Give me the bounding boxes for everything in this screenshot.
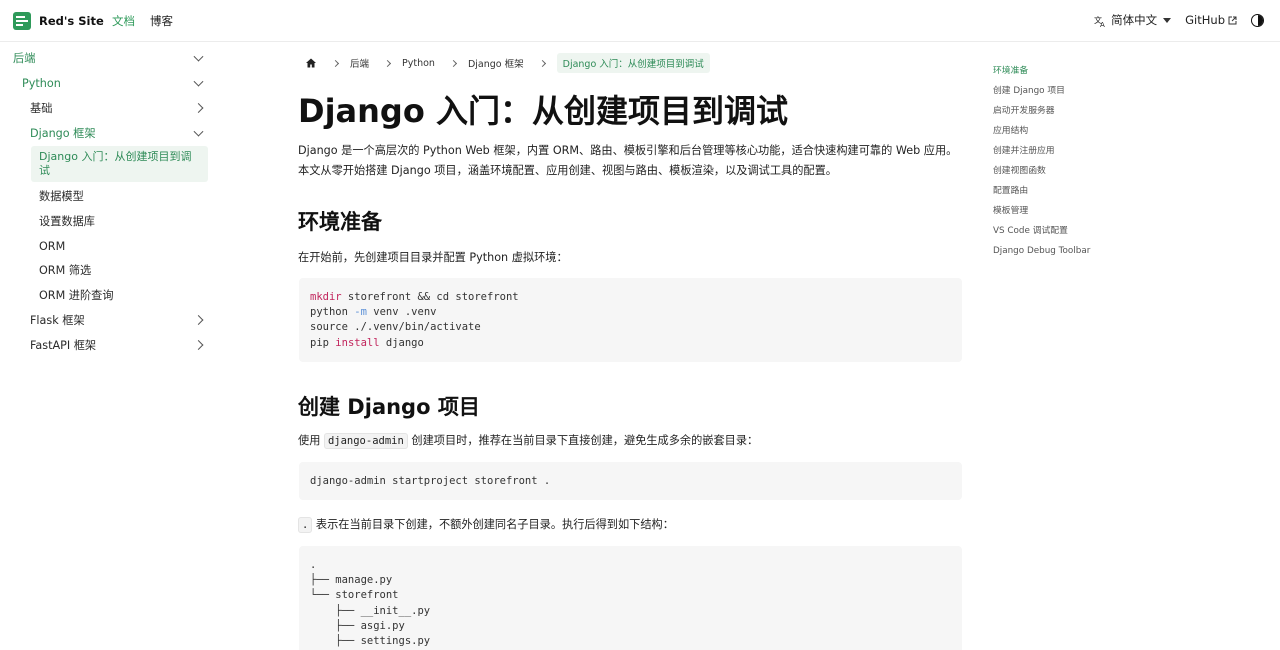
sidebar-item-label: Django 框架	[30, 127, 96, 140]
breadcrumb-link[interactable]: 后端	[350, 56, 369, 70]
sidebar-item-orm-filter[interactable]: ORM 筛选	[0, 263, 210, 277]
sidebar-item-label: FastAPI 框架	[30, 339, 97, 352]
toc-item[interactable]: VS Code 调试配置	[993, 224, 1193, 244]
sidebar-item-fastapi[interactable]: FastAPI 框架	[0, 338, 210, 352]
toc-item[interactable]: 创建视图函数	[993, 164, 1193, 184]
sidebar-item-orm-advanced[interactable]: ORM 进阶查询	[0, 288, 210, 302]
sidebar-item-label: Django 入门：从创建项目到调试	[39, 150, 192, 177]
breadcrumb-link[interactable]: Django 框架	[468, 56, 524, 70]
section-env-text: 在开始前，先创建项目目录并配置 Python 虚拟环境：	[298, 251, 568, 264]
sidebar-item-label: 数据模型	[39, 190, 84, 203]
toc-item[interactable]: Django Debug Toolbar	[993, 244, 1193, 264]
sidebar-item-label: 后端	[13, 52, 36, 65]
code-line: ├── settings.py	[310, 635, 431, 648]
toc-item[interactable]: 启动开发服务器	[993, 104, 1193, 124]
section-note-text: . 表示在当前目录下创建，不额外创建同名子目录。执行后得到如下结构：	[298, 516, 674, 533]
text-fragment: 使用	[298, 434, 321, 447]
code-line: .	[310, 559, 317, 571]
chevron-right-icon[interactable]	[193, 103, 204, 113]
inline-code: django-admin	[323, 433, 408, 449]
toc-item[interactable]: 模板管理	[993, 204, 1193, 224]
chevron-right-icon[interactable]	[193, 315, 204, 325]
site-logo-icon	[12, 11, 32, 31]
code-line: ├── __init__.py	[310, 604, 431, 617]
text-fragment: 创建项目时，推荐在当前目录下直接创建，避免生成多余的嵌套目录：	[411, 434, 759, 447]
sidebar-item-models[interactable]: 数据模型	[0, 189, 210, 203]
section-heading-env: 环境准备	[298, 210, 382, 234]
github-link[interactable]: GitHub	[1185, 13, 1237, 27]
article-intro: Django 是一个高层次的 Python Web 框架，内置 ORM、路由、模…	[298, 144, 958, 177]
chevron-down-icon[interactable]	[193, 51, 204, 62]
chevron-down-icon[interactable]	[193, 76, 204, 87]
code-block-tree[interactable]: . ├── manage.py └── storefront ├── __init_…	[299, 546, 962, 650]
github-label: GitHub	[1185, 13, 1225, 27]
svg-text:A: A	[1100, 21, 1105, 27]
sidebar-item-orm[interactable]: ORM	[0, 239, 210, 253]
home-icon[interactable]	[305, 57, 317, 69]
sidebar-item-backend[interactable]: 后端	[0, 51, 210, 65]
page-title: Django 入门：从创建项目到调试	[298, 92, 788, 130]
sidebar-item-django[interactable]: Django 框架	[0, 126, 210, 140]
code-block-startproject[interactable]: django-admin startproject storefront .	[299, 462, 962, 500]
section-heading-create: 创建 Django 项目	[298, 395, 480, 419]
sidebar-item-django-intro[interactable]: Django 入门：从创建项目到调试	[31, 146, 208, 182]
code-line: └── storefront	[310, 589, 399, 602]
language-label: 简体中文	[1111, 13, 1158, 27]
top-navbar: Red's Site 文档 博客 文 A 简体中文 GitHub	[0, 0, 1280, 42]
toc-item[interactable]: 创建并注册应用	[993, 144, 1193, 164]
sidebar-item-label: 设置数据库	[39, 215, 95, 228]
sidebar-item-flask[interactable]: Flask 框架	[0, 313, 210, 327]
section-create-text: 使用 django-admin 创建项目时，推荐在当前目录下直接创建，避免生成多…	[298, 432, 759, 449]
chevron-right-icon	[538, 59, 546, 67]
breadcrumb: 后端 Python Django 框架 Django 入门：从创建项目到调试	[305, 53, 710, 73]
breadcrumb-link[interactable]: Python	[402, 58, 435, 69]
sidebar: 后端 Python 基础 Django 框架 Django 入门：从创建项目到调…	[0, 42, 215, 650]
inline-code: .	[298, 517, 313, 533]
chevron-right-icon[interactable]	[193, 340, 204, 350]
sidebar-item-label: ORM 筛选	[39, 264, 92, 277]
toc-item[interactable]: 应用结构	[993, 124, 1193, 144]
sidebar-item-label: Flask 框架	[30, 314, 85, 327]
code-line: ├── asgi.py	[310, 619, 405, 632]
chevron-right-icon	[331, 59, 340, 67]
toc-item[interactable]: 创建 Django 项目	[993, 84, 1193, 104]
sidebar-item-label: Python	[22, 76, 61, 90]
sidebar-item-label: ORM	[39, 239, 66, 253]
code-line: django-admin startproject storefront .	[310, 475, 551, 487]
text-fragment: 表示在当前目录下创建，不额外创建同名子目录。执行后得到如下结构：	[315, 518, 674, 531]
sidebar-item-label: ORM 进阶查询	[39, 289, 114, 302]
caret-down-icon	[1163, 17, 1172, 23]
nav-docs-link[interactable]: 文档	[112, 13, 135, 29]
brand-link[interactable]: Red's Site	[12, 11, 104, 31]
table-of-contents: 环境准备 创建 Django 项目 启动开发服务器 应用结构 创建并注册应用 创…	[993, 64, 1193, 264]
sidebar-item-database[interactable]: 设置数据库	[0, 214, 210, 228]
translate-icon: 文 A	[1094, 15, 1105, 27]
nav-blog-link[interactable]: 博客	[150, 13, 173, 29]
language-switcher[interactable]: 文 A 简体中文	[1094, 12, 1172, 28]
toc-item[interactable]: 环境准备	[993, 64, 1193, 84]
toc-item[interactable]: 配置路由	[993, 184, 1193, 204]
code-block-setup[interactable]: mkdir storefront && cd storefront python…	[299, 278, 962, 362]
chevron-right-icon	[383, 59, 392, 67]
external-link-icon	[1228, 16, 1237, 24]
theme-toggle-icon[interactable]	[1251, 13, 1264, 27]
site-name: Red's Site	[39, 14, 104, 28]
sidebar-item-label: 基础	[30, 102, 53, 115]
sidebar-item-basics[interactable]: 基础	[0, 101, 210, 115]
breadcrumb-current: Django 入门：从创建项目到调试	[556, 53, 710, 73]
code-line: ├── manage.py	[310, 574, 393, 587]
sidebar-item-python[interactable]: Python	[0, 76, 210, 90]
chevron-down-icon[interactable]	[193, 126, 204, 137]
chevron-right-icon	[449, 59, 457, 67]
